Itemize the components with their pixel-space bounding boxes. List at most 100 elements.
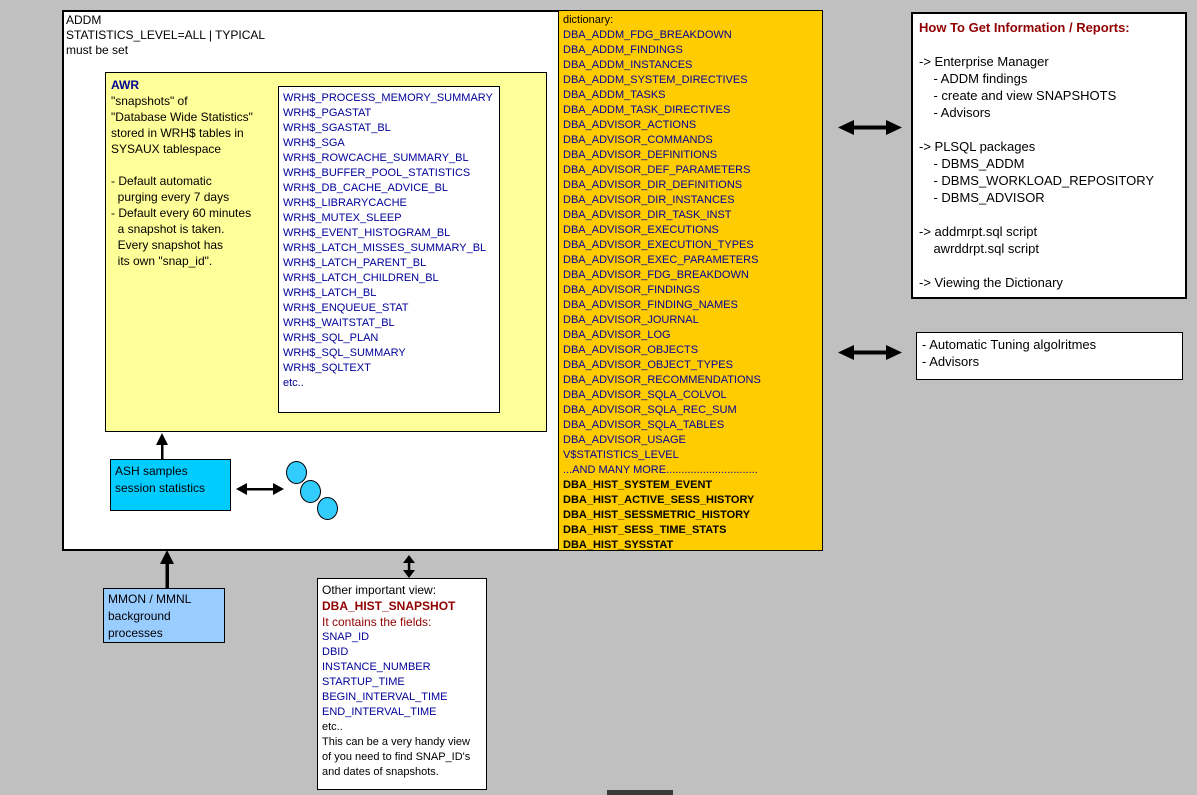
ash-box-line: session statistics — [115, 480, 230, 497]
wrh-table-name: WRH$_BUFFER_POOL_STATISTICS — [283, 166, 499, 181]
snapshot-box-title: Other important view: — [322, 582, 486, 598]
ash-box-line: ASH samples — [115, 463, 230, 480]
snapshot-field-name: INSTANCE_NUMBER — [322, 660, 486, 675]
dictionary-view-name: V$STATISTICS_LEVEL — [563, 448, 822, 463]
dictionary-hist-views-list: DBA_HIST_SYSTEM_EVENTDBA_HIST_ACTIVE_SES… — [563, 478, 822, 553]
dictionary-view-name: DBA_ADVISOR_SQLA_COLVOL — [563, 388, 822, 403]
cropped-box-edge — [607, 790, 673, 795]
dictionary-view-name: DBA_ADDM_TASK_DIRECTIVES — [563, 103, 822, 118]
reports-panel-line: awrddrpt.sql script — [919, 240, 1185, 257]
dictionary-view-name: DBA_ADVISOR_OBJECTS — [563, 343, 822, 358]
wrh-table-name: WRH$_LATCH_PARENT_BL — [283, 256, 499, 271]
dictionary-view-name: DBA_ADDM_SYSTEM_DIRECTIVES — [563, 73, 822, 88]
dictionary-view-name: DBA_ADVISOR_DIR_INSTANCES — [563, 193, 822, 208]
dictionary-view-name: DBA_ADVISOR_FINDINGS — [563, 283, 822, 298]
dictionary-view-name: DBA_ADVISOR_EXECUTION_TYPES — [563, 238, 822, 253]
arrow-dictionary-to-tuning-icon — [838, 344, 902, 361]
reports-panel-title: How To Get Information / Reports: — [919, 19, 1185, 36]
dictionary-view-name: DBA_ADDM_FDG_BREAKDOWN — [563, 28, 822, 43]
dictionary-view-name: DBA_ADVISOR_DIR_TASK_INST — [563, 208, 822, 223]
dictionary-view-name: DBA_ADVISOR_FDG_BREAKDOWN — [563, 268, 822, 283]
session-circle-2 — [300, 480, 321, 503]
reports-panel-line: -> addmrpt.sql script — [919, 223, 1185, 240]
dictionary-view-name: DBA_ADDM_FINDINGS — [563, 43, 822, 58]
wrh-table-name: WRH$_LATCH_MISSES_SUMMARY_BL — [283, 241, 499, 256]
dictionary-view-name: DBA_ADVISOR_DEFINITIONS — [563, 148, 822, 163]
wrh-tables-box: WRH$_PROCESS_MEMORY_SUMMARYWRH$_PGASTATW… — [278, 86, 500, 413]
wrh-table-name: WRH$_DB_CACHE_ADVICE_BL — [283, 181, 499, 196]
reports-panel-line: -> PLSQL packages — [919, 138, 1185, 155]
diagram-canvas: { "colors": { "background": "#c0c0c0", "… — [0, 0, 1197, 795]
dictionary-view-name: DBA_ADVISOR_SQLA_TABLES — [563, 418, 822, 433]
dictionary-hist-view-name: DBA_HIST_SYSTEM_EVENT — [563, 478, 822, 493]
snapshot-etc-line: etc.. — [322, 720, 486, 735]
reports-panel-line: - DBMS_WORKLOAD_REPOSITORY — [919, 172, 1185, 189]
snapshot-note-line: and dates of snapshots. — [322, 765, 486, 780]
reports-panel-line — [919, 257, 1185, 274]
session-circle-3 — [317, 497, 338, 520]
dictionary-view-name: DBA_ADVISOR_COMMANDS — [563, 133, 822, 148]
addm-note-line: must be set — [66, 43, 265, 58]
mmon-mmnl-box: MMON / MMNLbackgroundprocesses — [103, 588, 225, 643]
wrh-table-name: WRH$_SGA — [283, 136, 499, 151]
dictionary-view-name: DBA_ADVISOR_LOG — [563, 328, 822, 343]
reports-panel: How To Get Information / Reports: -> Ent… — [911, 12, 1187, 299]
wrh-table-name: WRH$_WAITSTAT_BL — [283, 316, 499, 331]
snapshot-field-name: DBID — [322, 645, 486, 660]
dictionary-view-name: DBA_ADDM_INSTANCES — [563, 58, 822, 73]
reports-panel-line — [919, 121, 1185, 138]
snapshot-note-line: This can be a very handy view — [322, 735, 486, 750]
arrow-ash-to-sessions-icon — [236, 481, 284, 497]
dictionary-view-name: DBA_ADVISOR_FINDING_NAMES — [563, 298, 822, 313]
dictionary-hist-view-name: DBA_HIST_ACTIVE_SESS_HISTORY — [563, 493, 822, 508]
addm-note-line: ADDM — [66, 13, 265, 28]
wrh-table-name: WRH$_SQL_SUMMARY — [283, 346, 499, 361]
mmon-box-line: processes — [108, 625, 224, 642]
dictionary-view-name: DBA_ADVISOR_OBJECT_TYPES — [563, 358, 822, 373]
arrow-mmon-to-main-icon — [158, 550, 176, 588]
arrow-ash-to-awr-icon — [153, 433, 171, 460]
wrh-table-name: WRH$_LATCH_CHILDREN_BL — [283, 271, 499, 286]
tuning-panel-line: - Automatic Tuning algolritmes — [922, 336, 1182, 353]
tuning-panel: - Automatic Tuning algolritmes- Advisors — [916, 332, 1183, 380]
dictionary-hist-view-name: DBA_HIST_SESS_TIME_STATS — [563, 523, 822, 538]
wrh-table-name: WRH$_SQLTEXT — [283, 361, 499, 376]
dictionary-hist-view-name: DBA_HIST_SYSSTAT — [563, 538, 822, 553]
reports-panel-line: -> Viewing the Dictionary — [919, 274, 1185, 291]
reports-panel-line: - create and view SNAPSHOTS — [919, 87, 1185, 104]
dictionary-view-name: DBA_ADVISOR_SQLA_REC_SUM — [563, 403, 822, 418]
tuning-panel-line: - Advisors — [922, 353, 1182, 370]
addm-note: ADDMSTATISTICS_LEVEL=ALL | TYPICALmust b… — [66, 13, 265, 58]
dictionary-view-name: DBA_ADVISOR_RECOMMENDATIONS — [563, 373, 822, 388]
dictionary-box: dictionary: DBA_ADDM_FDG_BREAKDOWNDBA_AD… — [558, 10, 823, 551]
dictionary-label: dictionary: — [563, 13, 822, 28]
addm-note-line: STATISTICS_LEVEL=ALL | TYPICAL — [66, 28, 265, 43]
wrh-table-name: WRH$_SQL_PLAN — [283, 331, 499, 346]
reports-panel-line: - ADDM findings — [919, 70, 1185, 87]
dictionary-hist-view-name: DBA_HIST_SESSMETRIC_HISTORY — [563, 508, 822, 523]
reports-panel-line — [919, 206, 1185, 223]
session-circle-1 — [286, 461, 307, 484]
wrh-table-name: WRH$_EVENT_HISTOGRAM_BL — [283, 226, 499, 241]
dictionary-view-name: DBA_ADVISOR_DEF_PARAMETERS — [563, 163, 822, 178]
snapshot-field-name: BEGIN_INTERVAL_TIME — [322, 690, 486, 705]
dictionary-view-name: DBA_ADVISOR_ACTIONS — [563, 118, 822, 133]
snapshot-note-line: of you need to find SNAP_ID's — [322, 750, 486, 765]
snapshot-fields-list: SNAP_IDDBIDINSTANCE_NUMBERSTARTUP_TIMEBE… — [322, 630, 486, 720]
ash-samples-box: ASH samplessession statistics — [110, 459, 231, 511]
snapshot-field-name: STARTUP_TIME — [322, 675, 486, 690]
wrh-table-name: WRH$_ROWCACHE_SUMMARY_BL — [283, 151, 499, 166]
mmon-box-line: MMON / MMNL — [108, 591, 224, 608]
reports-panel-line: - Advisors — [919, 104, 1185, 121]
wrh-table-name: etc.. — [283, 376, 499, 391]
reports-panel-line — [919, 36, 1185, 53]
dictionary-view-name: DBA_ADVISOR_DIR_DEFINITIONS — [563, 178, 822, 193]
wrh-table-name: WRH$_LIBRARYCACHE — [283, 196, 499, 211]
snapshot-view-box: Other important view: DBA_HIST_SNAPSHOT … — [317, 578, 487, 790]
snapshot-note: This can be a very handy viewof you need… — [322, 735, 486, 780]
snapshot-box-subtitle: It contains the fields: — [322, 614, 486, 630]
dictionary-view-name: DBA_ADDM_TASKS — [563, 88, 822, 103]
dictionary-view-name: DBA_ADVISOR_EXECUTIONS — [563, 223, 822, 238]
arrow-dictionary-to-reports-icon — [838, 119, 902, 136]
wrh-table-name: WRH$_ENQUEUE_STAT — [283, 301, 499, 316]
